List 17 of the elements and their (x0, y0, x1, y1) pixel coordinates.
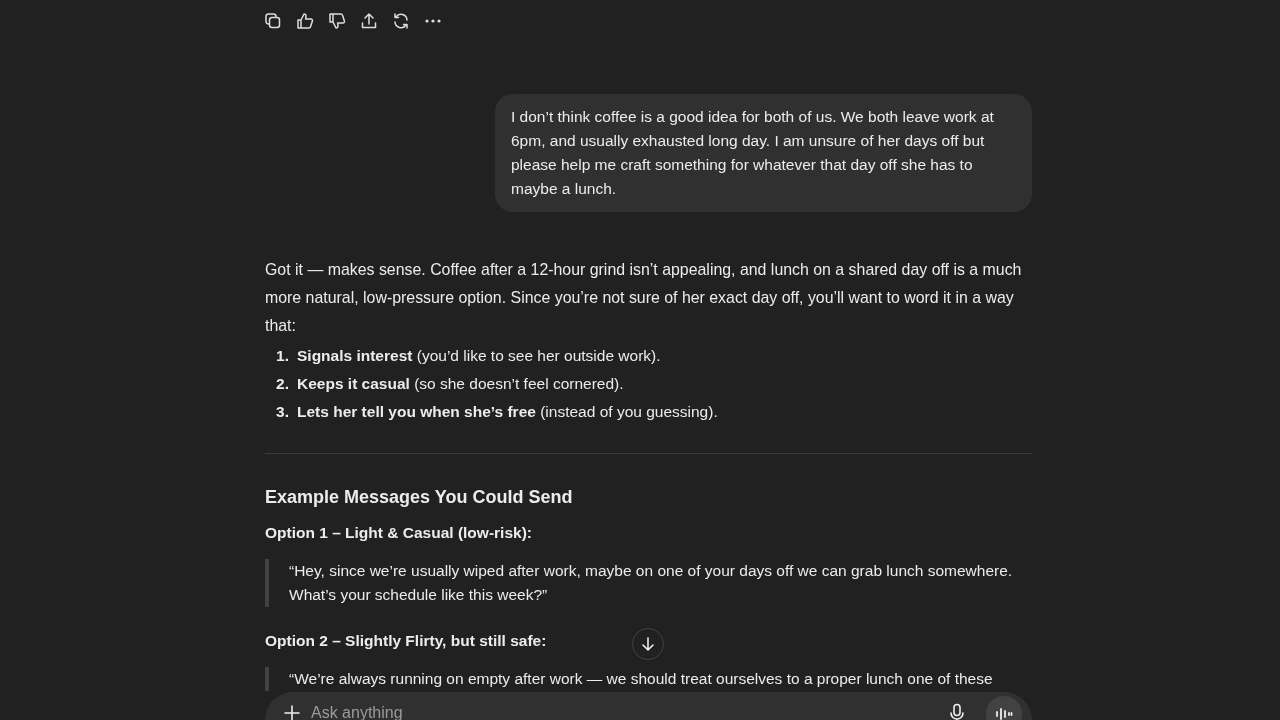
list-item: Signals interest (you’d like to see her outside work). (297, 346, 661, 366)
option-title: Option 2 – Slightly Flirty, but still safe: (265, 631, 547, 651)
plus-icon[interactable] (281, 702, 303, 720)
list-number: 3. (275, 402, 290, 422)
arrow-down-icon (640, 636, 656, 652)
quote-text: “We’re always running on empty after work — we should treat ourselves to a proper lunch one of these (289, 669, 994, 689)
waveform-icon (995, 706, 1013, 720)
option-title: Option 1 – Light & Casual (low-risk): (265, 523, 532, 543)
list-number: 1. (275, 346, 290, 366)
list-item: Keeps it casual (so she doesn’t feel cornered). (297, 374, 624, 394)
section-heading: Example Messages You Could Send (265, 486, 574, 509)
user-message: I don’t think coffee is a good idea for both of us. We both leave work at 6pm, and usually exhausted long day. I am unsure of her days off but please help me craft something for whatever that day off she has to maybe a lunch. (495, 94, 1032, 212)
list-number: 2. (275, 374, 290, 394)
list-item: Lets her tell you when she’s free (instead of you guessing). (297, 402, 718, 422)
reply-paragraph: Got it — makes sense. Coffee after a 12-hour grind isn’t appealing, and lunch on a shared day off is a much more natural, low-pressure option. Since you’re not sure of her exact day off, you’ll want to word it in a way that: (265, 260, 1023, 336)
quote-text: “Hey, since we’re usually wiped after work, maybe on one of your days off we can grab lunch somewhere. What’s your schedule like this week?” (289, 561, 1014, 605)
scroll-down-button[interactable] (632, 628, 664, 660)
